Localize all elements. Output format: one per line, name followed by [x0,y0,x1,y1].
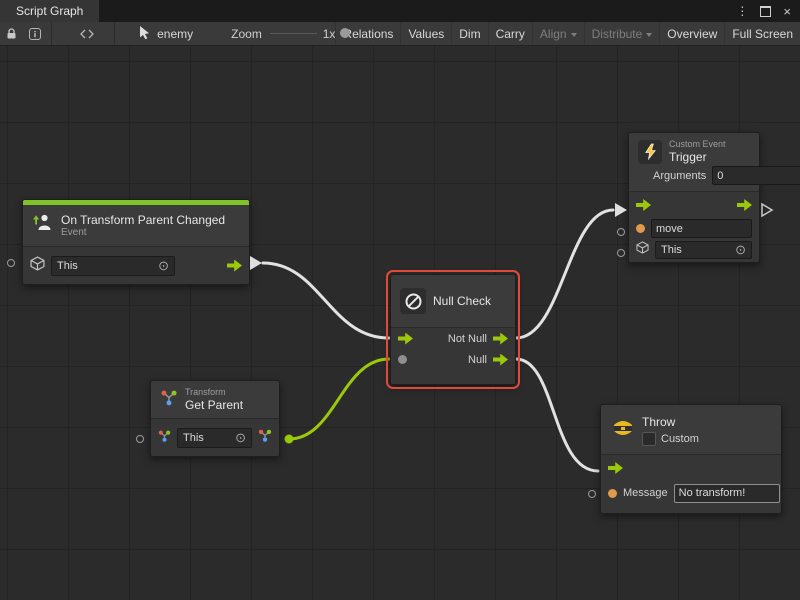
transform-out-port-icon[interactable] [258,428,272,447]
string-value-port[interactable] [608,489,617,498]
info-icon[interactable] [23,22,47,45]
close-icon[interactable]: × [783,5,791,18]
node-get-parent[interactable]: Transform Get Parent This ⊙ [150,380,280,457]
null-check-icon [400,288,426,314]
distribute-button[interactable]: Distribute [584,22,660,45]
transform-in-port-icon[interactable] [158,429,171,447]
arguments-label: Arguments [653,170,706,182]
node-title: Throw [642,415,699,429]
toolbar-separator [51,22,52,45]
event-person-icon [32,212,54,239]
window-tab-bar: Script Graph ⋮ × [0,0,800,22]
node-throw[interactable]: Throw Custom Message [600,404,782,514]
fullscreen-button[interactable]: Full Screen [724,22,800,45]
lock-icon[interactable] [0,22,23,45]
graph-canvas[interactable]: On Transform Parent Changed Event This ⊙ [0,46,800,600]
target-dropdown[interactable]: This ⊙ [177,428,252,448]
gameobject-cube-icon [636,241,649,259]
zoom-slider-track [270,33,317,34]
dropdown-caret-icon [571,33,577,37]
values-button[interactable]: Values [400,22,451,45]
flow-out-port[interactable] [737,199,752,211]
null-out-port[interactable] [493,354,508,366]
dropdown-caret-icon [646,33,652,37]
carry-button[interactable]: Carry [488,22,532,45]
custom-label: Custom [661,433,699,445]
flow-connector-arrow[interactable] [615,203,627,217]
node-category: Custom Event [669,139,726,150]
zoom-slider-handle[interactable] [340,28,350,38]
toolbar-buttons: Relations Values Dim Carry Align Distrib… [335,22,800,45]
node-title: Trigger [669,150,726,164]
node-subtitle: Event [61,227,225,239]
custom-event-lightning-icon [638,140,662,164]
code-icon[interactable] [74,22,100,45]
toolbar-separator [114,22,115,45]
tab-script-graph[interactable]: Script Graph [0,0,99,22]
script-graph-icon [138,25,151,43]
arguments-count-field[interactable] [712,166,800,185]
overview-button[interactable]: Overview [659,22,724,45]
dim-button[interactable]: Dim [451,22,487,45]
tab-title: Script Graph [16,4,83,18]
zoom-slider[interactable] [270,22,317,45]
graph-name: enemy [157,27,193,41]
target-picker-icon[interactable]: ⊙ [235,433,246,443]
node-title: Null Check [433,294,491,308]
target-picker-icon[interactable]: ⊙ [158,261,169,271]
target-dropdown[interactable]: This ⊙ [51,256,175,276]
custom-checkbox[interactable] [642,432,656,446]
flow-out-connector-outline[interactable] [760,202,774,218]
node-on-transform-parent-changed[interactable]: On Transform Parent Changed Event This ⊙ [22,199,250,285]
flow-in-port[interactable] [636,199,651,211]
transform-icon [160,388,178,411]
flow-connector-arrow[interactable] [250,256,262,270]
string-value-port[interactable] [636,224,645,233]
throw-icon [611,417,635,444]
graph-reference[interactable]: enemy [138,25,193,43]
value-in-port[interactable] [398,355,407,364]
graph-toolbar: enemy Zoom 1x Relations Values Dim Carry… [0,22,800,46]
port-label: Not Null [448,333,487,345]
node-title: Get Parent [185,398,243,412]
event-name-port[interactable] [617,228,625,236]
target-port[interactable] [136,435,144,443]
zoom-value: 1x [323,27,336,41]
node-category: Transform [185,387,243,398]
flow-in-port[interactable] [608,462,623,474]
port-label: Null [468,354,487,366]
node-trigger-custom-event[interactable]: Custom Event Trigger Arguments Th [628,132,760,263]
event-name-field[interactable] [651,219,752,238]
window-menu-icon[interactable]: ⋮ [736,5,748,17]
node-null-check[interactable]: Null Check Not Null Null [390,274,516,385]
node-title: On Transform Parent Changed [61,213,225,227]
message-field[interactable] [674,484,780,503]
target-dropdown[interactable]: This ⊙ [655,241,752,259]
not-null-out-port[interactable] [493,333,508,345]
target-port[interactable] [617,249,625,257]
maximize-icon[interactable] [760,6,771,17]
target-port[interactable] [7,259,15,267]
zoom-label: Zoom [231,27,262,41]
target-picker-icon[interactable]: ⊙ [735,245,746,255]
flow-out-port[interactable] [227,260,242,272]
message-port[interactable] [588,490,596,498]
message-label: Message [623,487,668,499]
gameobject-cube-icon [30,256,45,276]
flow-in-port[interactable] [398,333,413,345]
align-button[interactable]: Align [532,22,584,45]
